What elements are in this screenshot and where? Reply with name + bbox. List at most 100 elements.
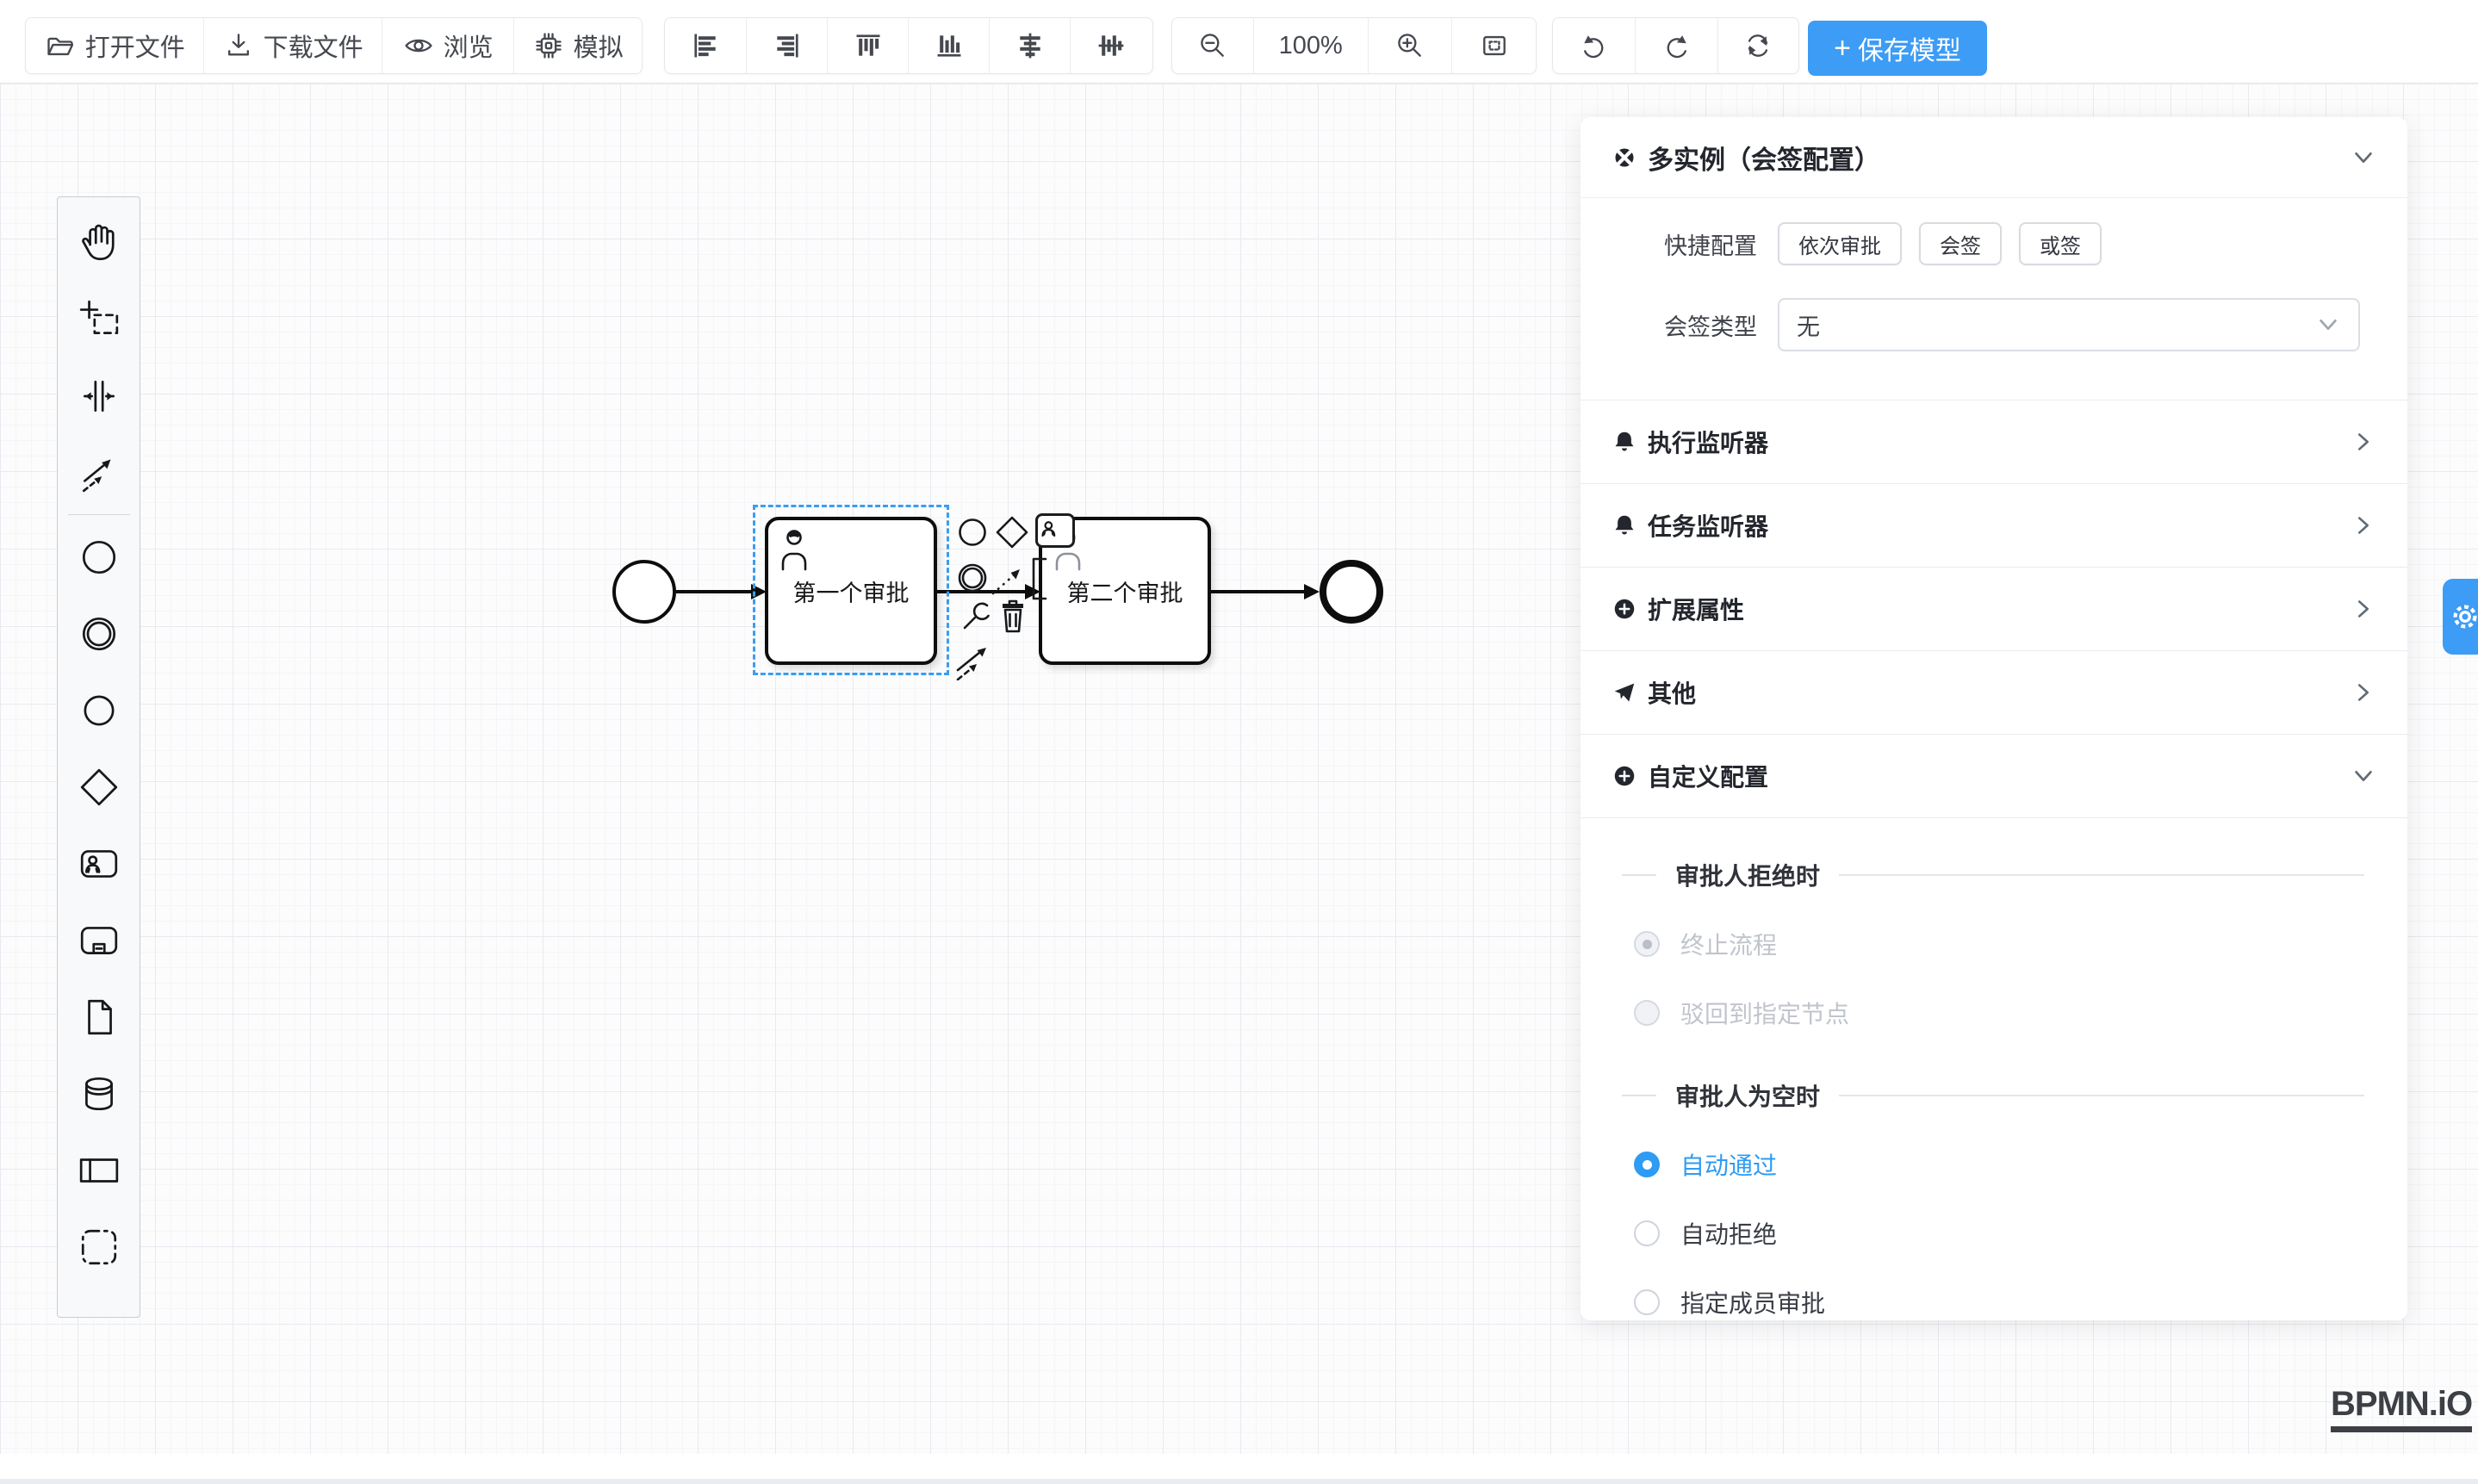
horizontal-scrollbar[interactable] bbox=[0, 1479, 2478, 1484]
user-icon bbox=[777, 526, 811, 571]
zoom-in-button[interactable] bbox=[1368, 18, 1452, 73]
align-bottom-icon bbox=[934, 30, 965, 61]
file-icon bbox=[78, 996, 121, 1039]
multi-instance-header[interactable]: 多实例（会签配置） bbox=[1581, 117, 2407, 198]
align-top-button[interactable] bbox=[827, 18, 908, 73]
undo-button[interactable] bbox=[1553, 18, 1635, 73]
quick-option-countersign-button[interactable]: 会签 bbox=[1919, 222, 2002, 265]
bell-icon bbox=[1612, 429, 1637, 455]
section-task-listener[interactable]: 任务监听器 bbox=[1581, 484, 2407, 567]
create-gateway[interactable] bbox=[58, 748, 140, 825]
save-model-button[interactable]: + 保存模型 bbox=[1808, 21, 1987, 76]
quick-option-orsign-button[interactable]: 或签 bbox=[2019, 222, 2102, 265]
ctxpad-association-arrow[interactable] bbox=[989, 562, 1027, 599]
radio-label: 自动拒绝 bbox=[1680, 1216, 1777, 1251]
section-title: 执行监听器 bbox=[1648, 425, 1768, 459]
task-first-approval[interactable]: 第一个审批 bbox=[765, 517, 937, 665]
end-event-shape[interactable] bbox=[1320, 560, 1383, 624]
radio-terminate-process[interactable]: 终止流程 bbox=[1581, 910, 2407, 978]
chevron-down-icon bbox=[2315, 312, 2341, 338]
sequence-flow-3[interactable] bbox=[1211, 590, 1306, 593]
align-bottom-button[interactable] bbox=[908, 18, 989, 73]
align-left-icon bbox=[690, 30, 721, 61]
lasso-tool[interactable] bbox=[58, 281, 140, 357]
reject-group-title: 审批人拒绝时 bbox=[1675, 858, 1820, 892]
create-group[interactable] bbox=[58, 1208, 140, 1285]
hand-tool[interactable] bbox=[58, 204, 140, 281]
create-end-event[interactable] bbox=[58, 672, 140, 748]
pool-icon bbox=[78, 1149, 121, 1192]
align-top-icon bbox=[853, 30, 884, 61]
group-icon bbox=[78, 1226, 121, 1269]
section-title: 其他 bbox=[1648, 675, 1696, 710]
browse-button[interactable]: 浏览 bbox=[382, 18, 514, 73]
radio-return-to-node[interactable]: 驳回到指定节点 bbox=[1581, 978, 2407, 1047]
radio-icon bbox=[1634, 1220, 1660, 1246]
ctxpad-append-user-task[interactable] bbox=[1035, 513, 1075, 548]
folder-open-icon bbox=[45, 30, 76, 61]
create-start-event[interactable] bbox=[58, 518, 140, 595]
panel-title: 多实例（会签配置） bbox=[1648, 139, 1880, 177]
simulate-button[interactable]: 模拟 bbox=[513, 18, 642, 73]
redo-button[interactable] bbox=[1635, 18, 1717, 73]
hand-icon bbox=[78, 221, 121, 264]
simulate-label: 模拟 bbox=[574, 28, 624, 64]
align-right-button[interactable] bbox=[746, 18, 827, 73]
ctxpad-append-intermediate-event[interactable] bbox=[954, 560, 991, 596]
section-title: 自定义配置 bbox=[1648, 759, 1768, 793]
radio-assign-member[interactable]: 指定成员审批 bbox=[1581, 1268, 2407, 1320]
ctxpad-change-type[interactable] bbox=[958, 598, 994, 634]
fit-screen-icon bbox=[1479, 30, 1510, 61]
refresh-icon bbox=[1742, 30, 1773, 61]
global-connect-tool[interactable] bbox=[58, 434, 140, 511]
create-file-shape[interactable] bbox=[58, 978, 140, 1055]
watermark-text: BPMN.iO bbox=[2331, 1385, 2472, 1424]
sign-type-label: 会签类型 bbox=[1581, 308, 1757, 342]
ctxpad-delete[interactable] bbox=[996, 596, 1030, 637]
create-datastore[interactable] bbox=[58, 1055, 140, 1132]
gateway-icon bbox=[78, 766, 121, 809]
ctxpad-text-annotation[interactable] bbox=[1028, 556, 1049, 601]
radio-label: 终止流程 bbox=[1680, 927, 1777, 961]
align-center-horizontal-button[interactable] bbox=[989, 18, 1070, 73]
radio-icon bbox=[1634, 931, 1660, 957]
ctxpad-connect[interactable] bbox=[953, 639, 994, 680]
sign-type-value: 无 bbox=[1797, 308, 1820, 342]
ctxpad-append-end-event[interactable] bbox=[954, 514, 991, 550]
ctxpad-append-gateway[interactable] bbox=[994, 514, 1030, 550]
canvas-bottom-margin bbox=[0, 1454, 2478, 1479]
radio-auto-reject[interactable]: 自动拒绝 bbox=[1581, 1199, 2407, 1268]
align-left-button[interactable] bbox=[665, 18, 746, 73]
space-tool[interactable] bbox=[58, 357, 140, 434]
intermediate-event-icon bbox=[78, 612, 121, 655]
open-file-button[interactable]: 打开文件 bbox=[26, 18, 203, 73]
text-annotation-icon bbox=[1028, 556, 1049, 601]
quick-option-sequential-button[interactable]: 依次审批 bbox=[1778, 222, 1902, 265]
section-execution-listener[interactable]: 执行监听器 bbox=[1581, 400, 2407, 483]
subprocess-icon bbox=[78, 919, 121, 962]
start-event-shape[interactable] bbox=[612, 560, 676, 624]
create-subprocess[interactable] bbox=[58, 902, 140, 978]
zoom-level-display: 100% bbox=[1253, 18, 1368, 73]
section-custom-config[interactable]: 自定义配置 bbox=[1581, 735, 2407, 817]
download-file-button[interactable]: 下载文件 bbox=[203, 18, 381, 73]
end-event-icon bbox=[954, 514, 991, 550]
section-others[interactable]: 其他 bbox=[1581, 651, 2407, 734]
sign-type-select[interactable]: 无 bbox=[1778, 298, 2360, 351]
section-extension-properties[interactable]: 扩展属性 bbox=[1581, 568, 2407, 650]
palette-separator bbox=[68, 514, 130, 515]
settings-tab[interactable] bbox=[2443, 579, 2478, 655]
section-title: 任务监听器 bbox=[1648, 508, 1768, 543]
create-pool[interactable] bbox=[58, 1132, 140, 1208]
user-task-icon bbox=[78, 842, 121, 885]
create-intermediate-event[interactable] bbox=[58, 595, 140, 672]
refresh-button[interactable] bbox=[1717, 18, 1798, 73]
align-center-vertical-button[interactable] bbox=[1070, 18, 1151, 73]
multi-instance-icon bbox=[1612, 145, 1637, 171]
radio-auto-pass[interactable]: 自动通过 bbox=[1581, 1130, 2407, 1199]
sequence-flow-1[interactable] bbox=[676, 590, 753, 593]
create-user-task[interactable] bbox=[58, 825, 140, 902]
zoom-fit-button[interactable] bbox=[1451, 18, 1536, 73]
radio-icon bbox=[1634, 1000, 1660, 1026]
zoom-out-button[interactable] bbox=[1172, 18, 1253, 73]
